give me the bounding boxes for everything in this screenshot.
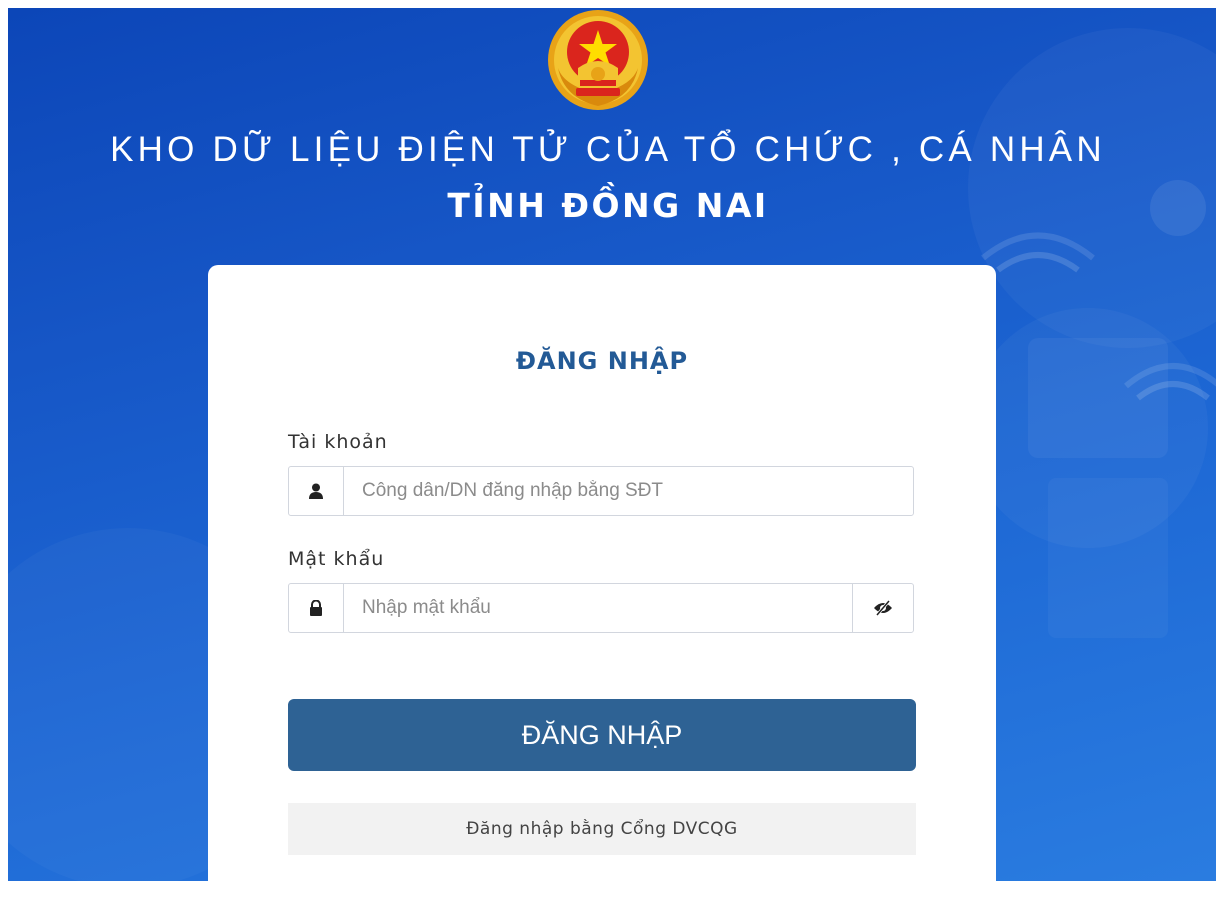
password-input[interactable] [344,584,852,632]
password-input-group [288,583,914,633]
user-icon [289,467,344,515]
gov-portal-login-button[interactable]: Đăng nhập bằng Cổng DVCQG [288,803,916,855]
account-input-group [288,466,914,516]
account-input[interactable] [344,467,913,515]
login-card: ĐĂNG NHẬP Tài khoản Mật khẩu [208,265,996,905]
account-label: Tài khoản [288,431,388,453]
password-label: Mật khẩu [288,548,385,570]
national-emblem-icon [548,10,648,110]
login-button[interactable]: ĐĂNG NHẬP [288,699,916,771]
lock-icon [289,584,344,632]
page-title-line2: TỈNH ĐỒNG NAI [447,186,769,225]
login-heading: ĐĂNG NHẬP [515,347,689,375]
eye-slash-icon[interactable] [852,584,913,632]
page-title-line1: KHO DỮ LIỆU ĐIỆN TỬ CỦA TỔ CHỨC , CÁ NHÂ… [110,130,1106,169]
